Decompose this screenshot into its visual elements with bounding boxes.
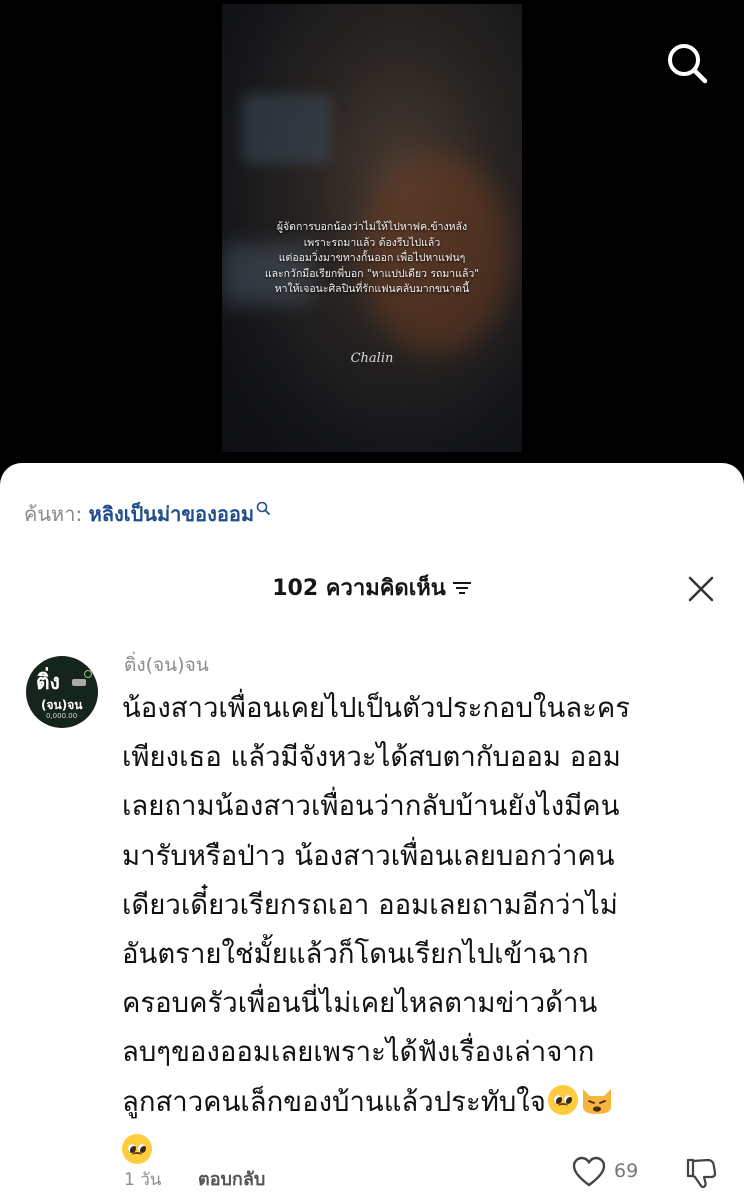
thumbs-down-icon[interactable] [684, 1156, 718, 1190]
sort-icon[interactable] [452, 577, 472, 602]
comments-header: 102 ความคิดเห็น [0, 570, 744, 605]
caption-line: ผู้จัดการบอกน้องว่าไม่ให้ไปหาฟค.ข้างหลัง [276, 221, 468, 233]
comment-line: มารับหรือป่าว น้องสาวเพื่อนเลยบอกว่าคน [122, 839, 615, 872]
caption-line: เพราะรถมาแล้ว ต้องรีบไปแล้ว [303, 236, 441, 249]
comment-line: เดียวเดี๋ยวเรียกรถเอา ออมเลยถามอีกว่าไม่ [122, 888, 618, 921]
comment-text: น้องสาวเพื่อนเคยไปเป็นตัวประกอบในละคร เพ… [122, 684, 732, 1176]
comment-line: ลบๆของออมเลยเพราะได้ฟังเรื่องเล่าจาก [122, 1036, 595, 1069]
search-small-icon [256, 498, 270, 522]
comment-line: ครอบครัวเพื่อนนี่ไม่เคยไหลตามข่าวด้าน [122, 987, 598, 1020]
search-icon[interactable] [664, 40, 710, 86]
avatar-text: ติ่ง [36, 670, 60, 694]
avatar-decoration [72, 679, 86, 686]
search-suggestion[interactable]: ค้นหา: หลิงเป็นม่าของออม [24, 498, 270, 530]
comment-line-with-emoji: ลูกสาวคนเล็กของบ้านแล้วประทับใจ [122, 1078, 732, 1127]
avatar-decoration [84, 670, 92, 678]
video-background [242, 94, 332, 164]
avatar-text: 0,000.00 [46, 712, 78, 720]
comment-line: อันตรายใช่มั้ยแล้วก็โดนเรียกไปเข้าฉาก [122, 938, 589, 971]
video-caption: ผู้จัดการบอกน้องว่าไม่ให้ไปหาฟค.ข้างหลัง… [222, 220, 522, 298]
caption-line: แต่ออมวิ่งมาขทางกั้นออก เพื่อไปหาแฟนๆ [278, 252, 466, 264]
heart-icon[interactable] [572, 1156, 606, 1188]
pleading-face-emoji-icon [547, 1084, 578, 1115]
video-player[interactable]: ผู้จัดการบอกน้องว่าไม่ให้ไปหาฟค.ข้างหลัง… [222, 4, 522, 452]
comment-line: เลยถามน้องสาวเพื่อนว่ากลับบ้านยังไงมีคน [122, 790, 620, 823]
comment-line: น้องสาวเพื่อนเคยไปเป็นตัวประกอบในละคร [122, 692, 631, 724]
avatar[interactable]: ติ่ง (จน)จน 0,000.00 [26, 656, 98, 728]
like-count: 69 [614, 1160, 639, 1182]
reply-button[interactable]: ตอบกลับ [198, 1164, 265, 1193]
comment-line: ลูกสาวคนเล็กของบ้านแล้วประทับใจ [122, 1085, 546, 1118]
comments-count-title: 102 ความคิดเห็น [272, 576, 446, 601]
weary-cat-emoji-icon [580, 1082, 614, 1114]
comment-timestamp: 1 วัน [124, 1170, 162, 1190]
search-query[interactable]: หลิงเป็นม่าของออม [89, 502, 254, 526]
pleading-face-emoji-icon [122, 1133, 152, 1164]
caption-line: และกวักมือเรียกพี่บอก "หาแปปเดียว รถมาแล… [264, 267, 480, 280]
caption-line: หาให้เจอนะศิลปินที่รักแฟนคลับมากขนาดนี้ [274, 283, 470, 295]
video-watermark: Chalin [350, 351, 394, 366]
comment-line: เพียงเธอ แล้วมีจังหวะได้สบตากับออม ออม [122, 741, 621, 774]
comment-username[interactable]: ติ่ง(จน)จน [124, 650, 209, 680]
search-prefix: ค้นหา: [24, 502, 83, 526]
close-icon[interactable] [688, 576, 714, 602]
